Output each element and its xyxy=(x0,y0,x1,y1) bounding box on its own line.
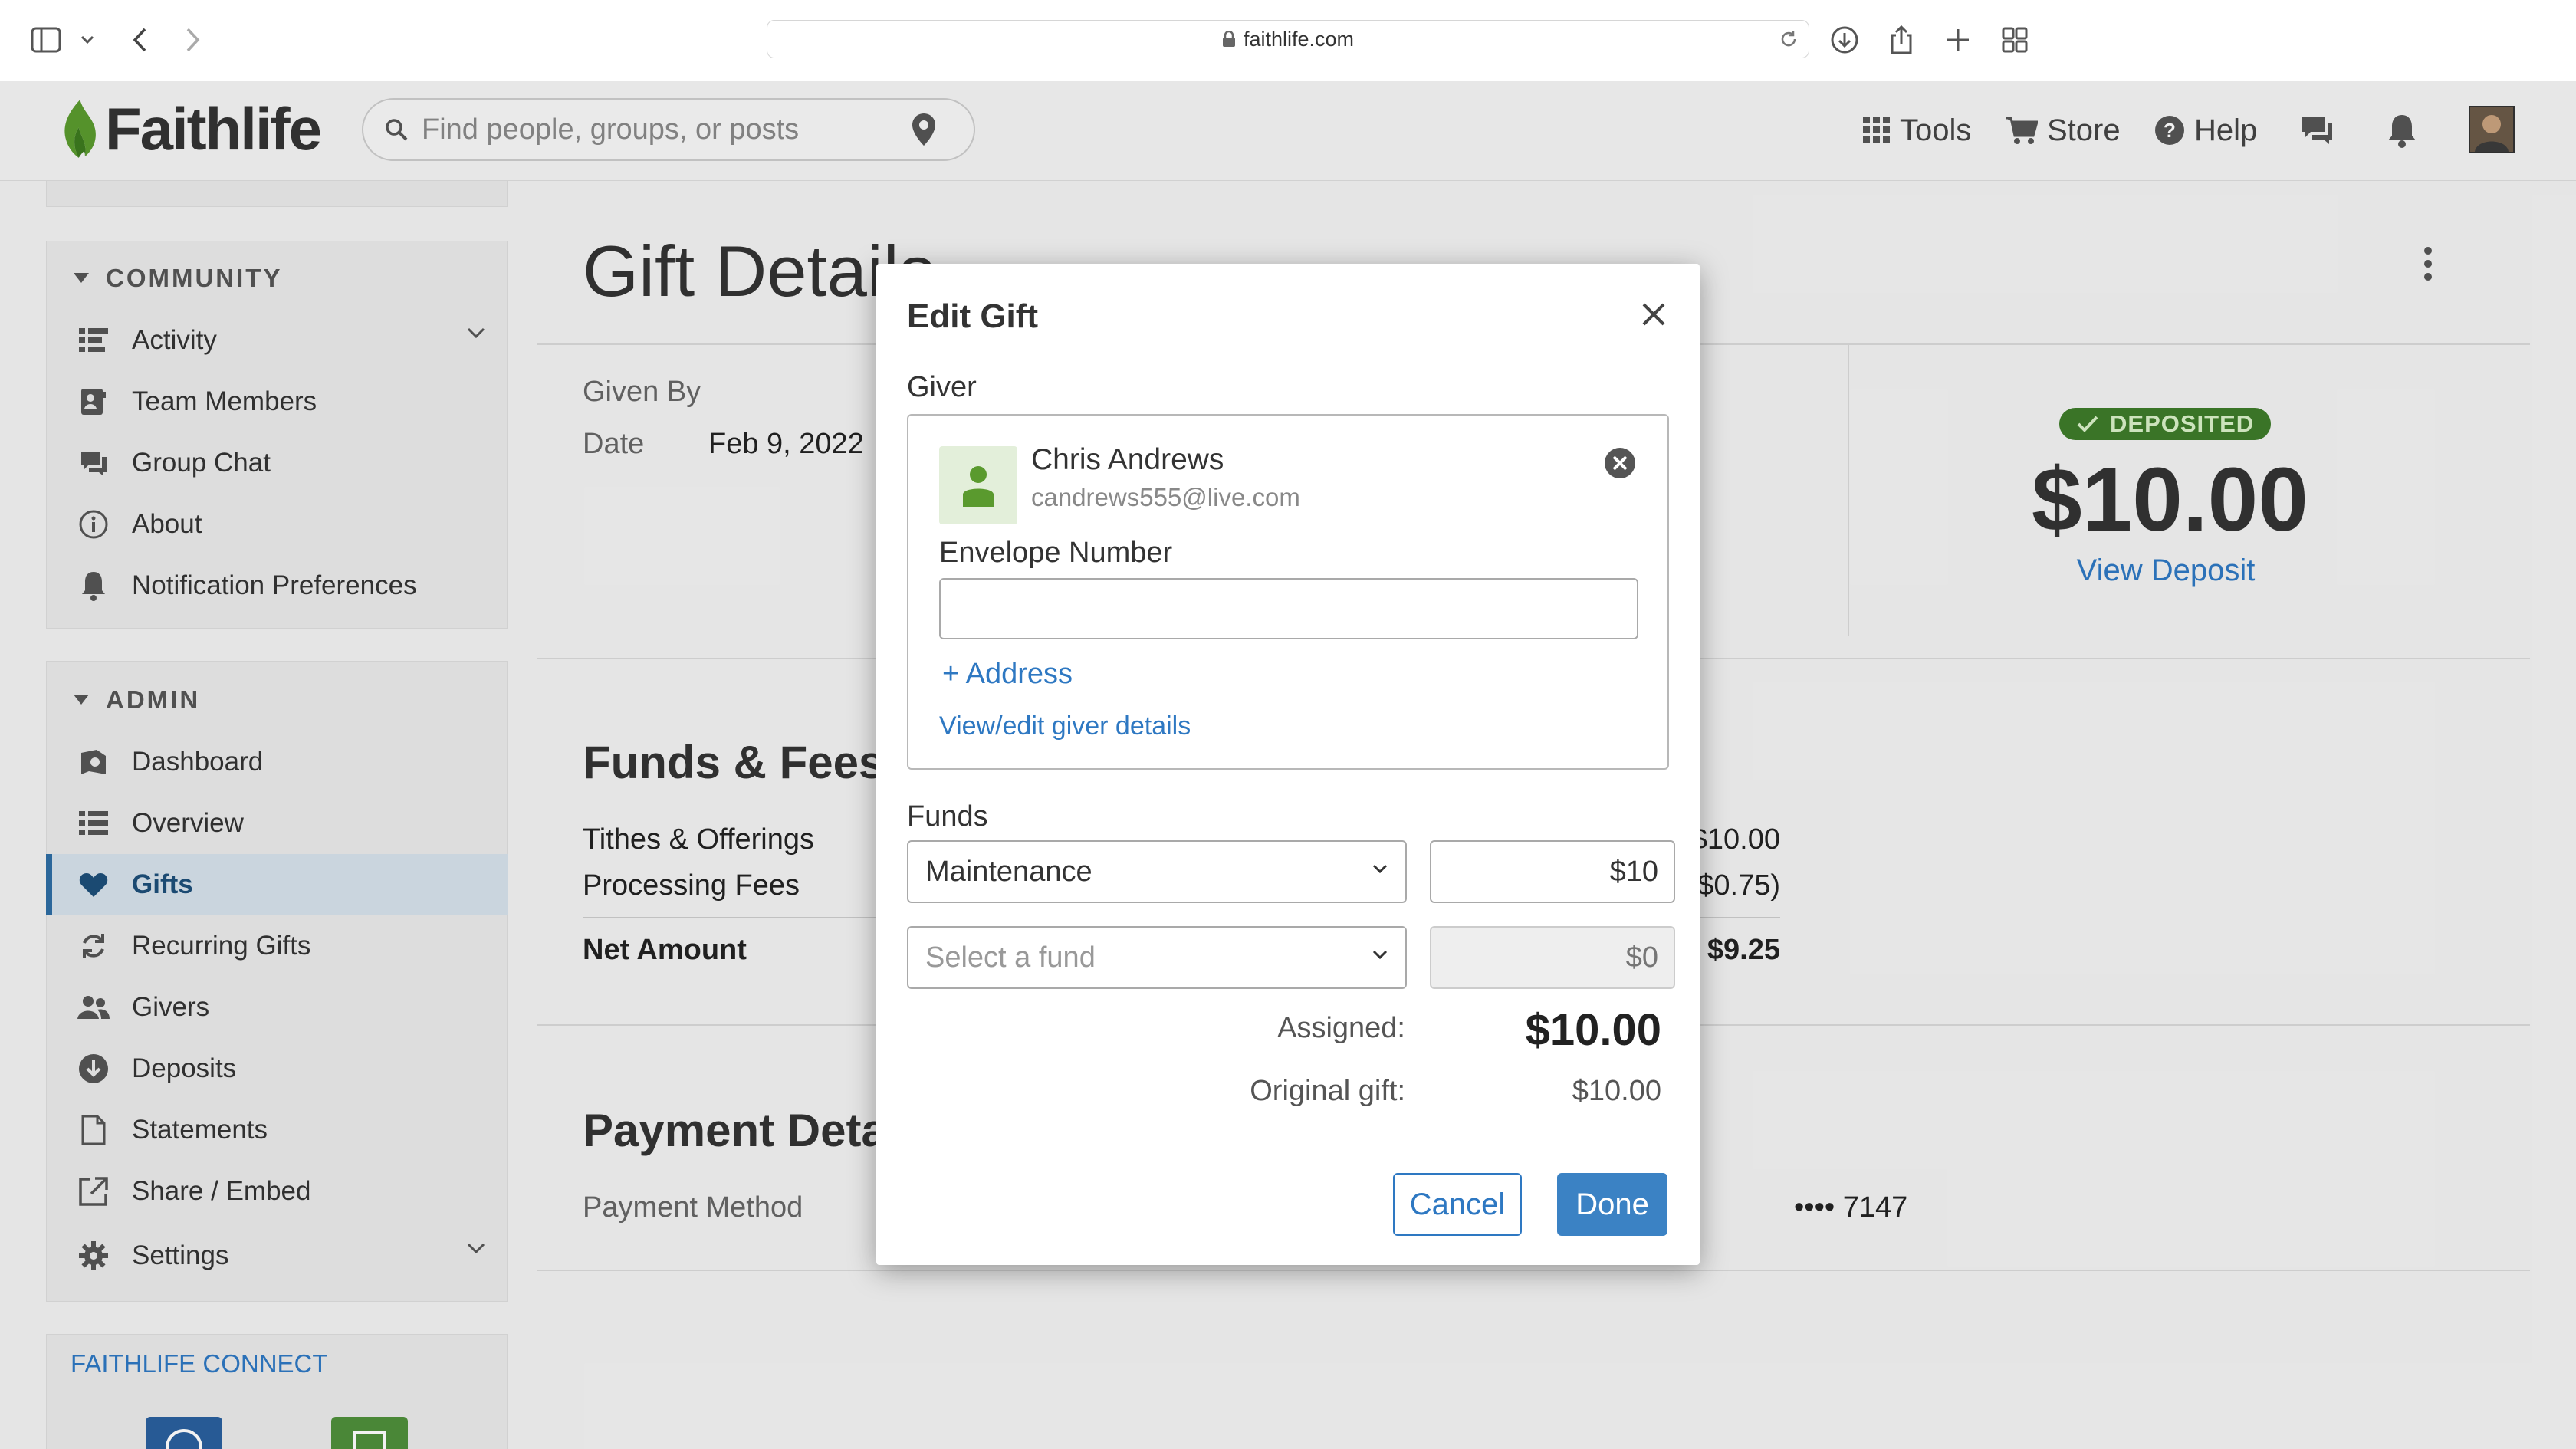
reload-icon[interactable] xyxy=(1778,28,1799,50)
chevron-down-icon[interactable] xyxy=(71,23,104,57)
sidebar-toggle-icon[interactable] xyxy=(29,23,63,57)
fund-select[interactable]: Select a fund xyxy=(907,926,1407,989)
chevron-down-icon xyxy=(1372,863,1388,874)
envelope-number-input[interactable] xyxy=(939,578,1638,639)
edit-gift-modal: Edit Gift Giver Chris Andrews candrews55… xyxy=(876,264,1700,1265)
remove-giver-icon[interactable] xyxy=(1603,446,1637,480)
assigned-label: Assigned: xyxy=(1277,1012,1405,1044)
address-bar[interactable]: faithlife.com xyxy=(767,20,1809,58)
done-button[interactable]: Done xyxy=(1557,1173,1668,1236)
chevron-down-icon xyxy=(1372,949,1388,960)
new-tab-icon[interactable] xyxy=(1941,23,1975,57)
modal-title: Edit Gift xyxy=(907,297,1039,335)
browser-toolbar: faithlife.com xyxy=(0,0,2576,81)
fund-select-placeholder: Select a fund xyxy=(925,941,1096,974)
fund-select[interactable]: Maintenance xyxy=(907,840,1407,903)
view-edit-giver-link[interactable]: View/edit giver details xyxy=(939,711,1191,741)
close-icon[interactable] xyxy=(1637,297,1671,331)
fund-amount-input xyxy=(1430,926,1675,989)
assigned-value: $10.00 xyxy=(1525,1005,1661,1055)
forward-arrow-icon[interactable] xyxy=(176,23,210,57)
envelope-number-label: Envelope Number xyxy=(939,537,1173,569)
tab-overview-icon[interactable] xyxy=(1998,23,2032,57)
share-icon[interactable] xyxy=(1884,23,1918,57)
add-address-link[interactable]: + Address xyxy=(942,658,1073,691)
fund-amount-input[interactable] xyxy=(1430,840,1675,903)
original-gift-label: Original gift: xyxy=(1250,1075,1405,1107)
giver-box: Chris Andrews candrews555@live.com Envel… xyxy=(907,414,1669,770)
lock-icon xyxy=(1222,31,1236,48)
giver-avatar-icon xyxy=(939,446,1017,524)
fund-select-value: Maintenance xyxy=(925,855,1092,888)
back-arrow-icon[interactable] xyxy=(123,23,156,57)
url-text: faithlife.com xyxy=(1243,27,1355,51)
giver-name: Chris Andrews xyxy=(1031,443,1224,476)
cancel-button[interactable]: Cancel xyxy=(1393,1173,1522,1236)
download-icon[interactable] xyxy=(1828,23,1861,57)
giver-email: candrews555@live.com xyxy=(1031,483,1300,511)
giver-label: Giver xyxy=(907,371,977,403)
funds-label: Funds xyxy=(907,800,988,833)
original-gift-value: $10.00 xyxy=(1572,1075,1661,1107)
